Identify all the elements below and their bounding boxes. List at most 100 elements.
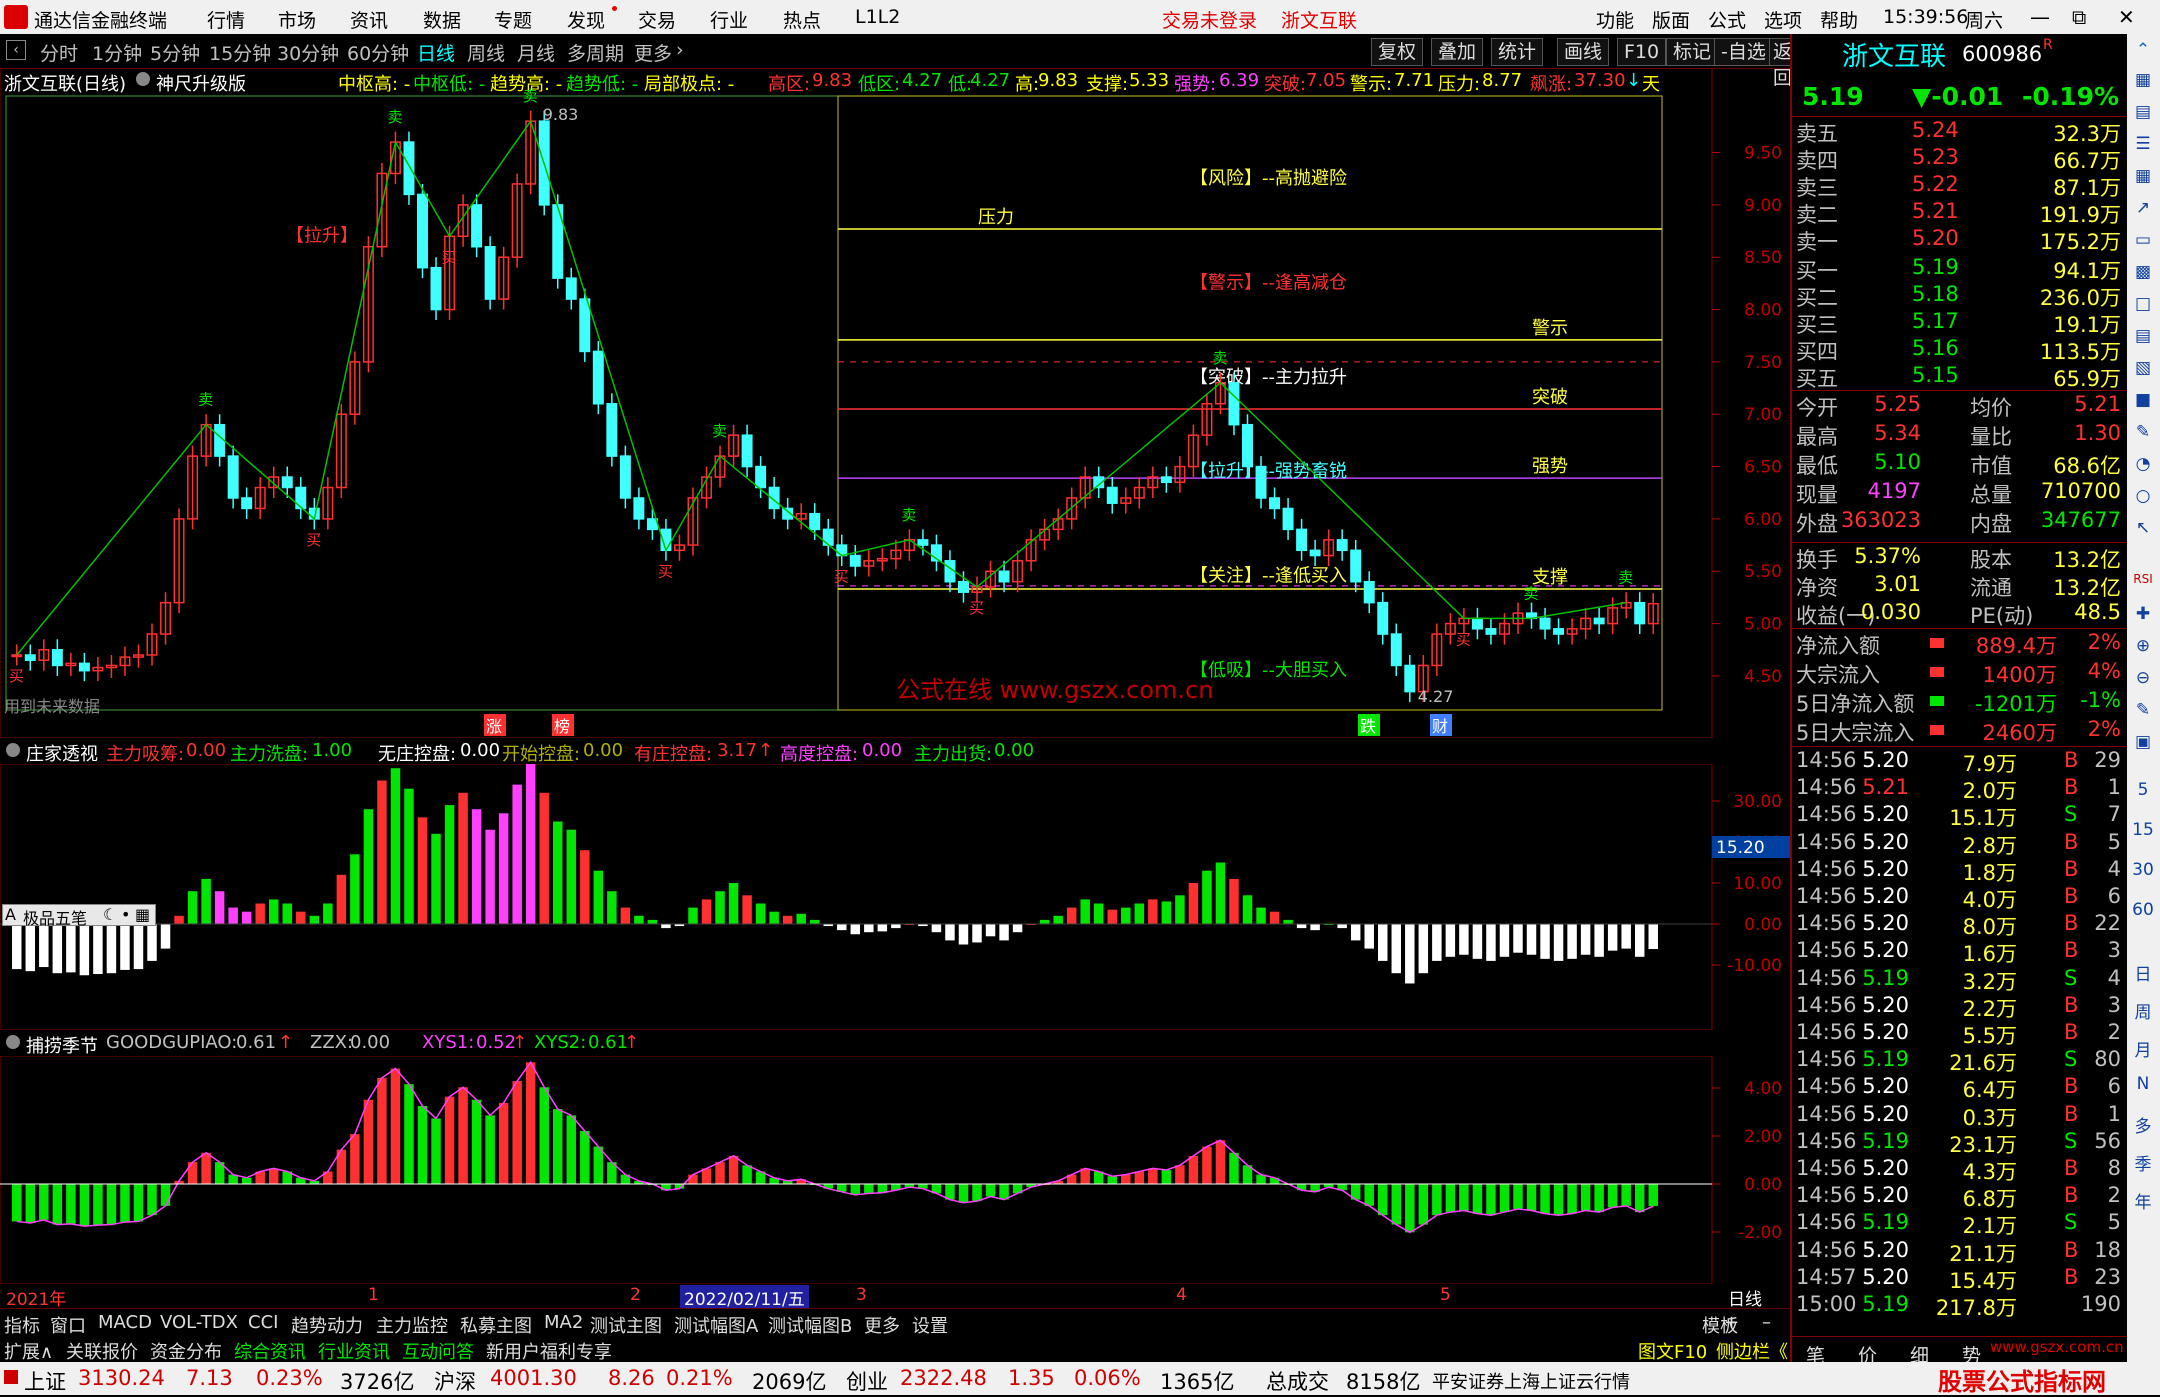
toolbar-edit-icon[interactable]: ✎ [2131,422,2155,442]
toolbar-fin-icon[interactable]: □ [2131,294,2155,314]
period-multi[interactable]: 多周期 [567,39,624,66]
tool-5[interactable]: 5 [2131,780,2155,800]
toolbar-chart-icon[interactable]: ▤ [2131,102,2155,122]
tab-zhibiao[interactable]: 指标 [4,1312,40,1338]
toolbar-candle-icon[interactable]: ▭ [2131,230,2155,250]
menu-shichang[interactable]: 市场 [278,6,316,33]
tab-chuangkou[interactable]: 窗口 [50,1312,86,1338]
period-15min[interactable]: 15分钟 [209,39,271,66]
tick-row[interactable]: 14:56 5.19 21.6万 S 80 [1792,1047,2127,1075]
tick-row[interactable]: 14:56 5.19 2.1万 S 5 [1792,1210,2127,1238]
sidebar-toggle[interactable]: 侧边栏《 [1716,1338,1788,1364]
menu-gongneng[interactable]: 功能 [1596,6,1634,33]
biaoji-button[interactable]: 标记 [1666,38,1719,66]
tab-qushi[interactable]: 趋势动力 [291,1312,363,1338]
tick-row[interactable]: 14:56 5.20 4.0万 B 6 [1792,884,2127,912]
tick-row[interactable]: 14:56 5.19 3.2万 S 4 [1792,966,2127,994]
tab-simu[interactable]: 私募主图 [460,1312,532,1338]
toolbar-circle-icon[interactable]: ○ [2131,486,2155,506]
tool-n[interactable]: N [2131,1074,2155,1094]
main-candlestick-chart[interactable]: 9.50 9.00 8.50 8.00 7.50 7.00 6.50 6.00 5.50 5.00… [0,68,1790,738]
tab-test-a[interactable]: 测试幅图A [674,1312,758,1338]
toolbar-doc-icon[interactable]: ▤ [2131,326,2155,346]
tick-row[interactable]: 14:56 5.20 2.8万 B 5 [1792,830,2127,858]
dot-icon[interactable]: • [121,905,130,924]
tool-15[interactable]: 15 [2131,820,2155,840]
tick-row[interactable]: 14:56 5.20 7.9万 B 29 [1792,748,2127,776]
period-1min[interactable]: 1分钟 [92,39,142,66]
tab-newuser[interactable]: 新用户福利专享 [486,1338,612,1364]
tab-macd[interactable]: MACD [98,1312,152,1333]
ask-row[interactable]: 卖一 5.20 175.2万 [1792,226,2127,254]
menu-redian[interactable]: 热点 [783,6,821,33]
huaxian-button[interactable]: 画线 [1557,38,1610,66]
menu-gongshi[interactable]: 公式 [1708,6,1746,33]
tool-60[interactable]: 60 [2131,900,2155,920]
tab-kuozhan[interactable]: 扩展∧ [4,1338,53,1364]
tab-zijin[interactable]: 资金分布 [150,1338,222,1364]
menu-faxian[interactable]: 发现 [567,6,605,33]
idx3-name[interactable]: 创业 [846,1366,888,1396]
buzhuo-title[interactable]: 捕捞季节 [26,1032,98,1058]
toolbar-zoomout-icon[interactable]: ⊖ [2131,668,2155,688]
menu-jiaoyi[interactable]: 交易 [638,6,676,33]
toolbar-grid-icon[interactable]: ▩ [2131,262,2155,282]
tab-settings[interactable]: 设置 [912,1312,948,1338]
tab-ma2[interactable]: MA2 [544,1312,583,1333]
plus-icon[interactable]: + [1724,1312,1739,1333]
tick-row[interactable]: 14:56 5.20 15.1万 S 7 [1792,802,2127,830]
tool-rsi[interactable]: RSI [2131,572,2155,586]
tick-row[interactable]: 14:56 5.20 1.6万 B 3 [1792,938,2127,966]
tick-row[interactable]: 15:00 5.19 217.8万 190 [1792,1292,2127,1320]
toolbar-pen-icon[interactable]: ✎ [2131,700,2155,720]
toolbar-arrow-icon[interactable]: ↖ [2131,518,2155,538]
period-fenshi[interactable]: 分时 [40,39,78,66]
toolbar-news-icon[interactable]: ▧ [2131,358,2155,378]
toolbar-stock-icon[interactable]: ▦ [2131,70,2155,90]
ask-row[interactable]: 卖四 5.23 66.7万 [1792,145,2127,173]
toolbar-list-icon[interactable]: ☰ [2131,134,2155,154]
restore-icon[interactable]: ⧉ [2072,5,2086,29]
menu-banmian[interactable]: 版面 [1652,6,1690,33]
tick-row[interactable]: 14:56 5.20 6.4万 B 6 [1792,1074,2127,1102]
fuquan-button[interactable]: 复权 [1371,38,1424,66]
tongji-button[interactable]: 统计 [1491,38,1544,66]
tool-season[interactable]: 季 [2131,1150,2155,1175]
menu-hangqing[interactable]: 行情 [207,6,245,33]
buzhuo-chart[interactable]: 4.00 2.00 0.00 -2.00 [0,1056,1790,1284]
tick-list[interactable]: 14:56 5.20 7.9万 B 29 14:56 5.21 2.0万 B 1 14:56 5.20… [1792,748,2127,1336]
f10-button[interactable]: F10 [1617,38,1667,66]
toolbar-up-icon[interactable]: ⌃ [2131,40,2155,60]
bid-row[interactable]: 买三 5.17 19.1万 [1792,309,2127,337]
toolbar-zoomin-icon[interactable]: ⊕ [2131,636,2155,656]
period-60min[interactable]: 60分钟 [347,39,409,66]
tool-day[interactable]: 日 [2131,960,2155,985]
tick-row[interactable]: 14:56 5.19 23.1万 S 56 [1792,1129,2127,1157]
tick-row[interactable]: 14:56 5.20 8.0万 B 22 [1792,911,2127,939]
period-30min[interactable]: 30分钟 [277,39,339,66]
period-monthly[interactable]: 月线 [517,39,555,66]
indicator-settings-icon[interactable] [6,743,20,757]
close-icon[interactable]: ✕ [2118,5,2135,29]
tuwen-f10-button[interactable]: 图文F10 [1638,1338,1707,1364]
tool-multi[interactable]: 多 [2131,1112,2155,1137]
minus-icon[interactable]: – [1762,1312,1771,1333]
ask-row[interactable]: 卖五 5.24 32.3万 [1792,118,2127,146]
ask-row[interactable]: 卖二 5.21 191.9万 [1792,199,2127,227]
menu-hangye[interactable]: 行业 [710,6,748,33]
collapse-icon[interactable]: ‹ [6,40,26,60]
chevron-right-icon[interactable]: › [676,39,684,61]
login-status[interactable]: 交易未登录 [1162,6,1257,33]
indicator2-settings-icon[interactable] [6,1035,20,1049]
tick-row[interactable]: 14:56 5.20 0.3万 B 1 [1792,1102,2127,1130]
idx1-name[interactable]: 上证 [24,1366,66,1396]
zixuan-button[interactable]: -自选 [1714,38,1773,66]
tick-row[interactable]: 14:56 5.20 6.8万 B 2 [1792,1183,2127,1211]
bid-row[interactable]: 买四 5.16 113.5万 [1792,336,2127,364]
menu-bangzhu[interactable]: 帮助 [1820,6,1858,33]
tick-row[interactable]: 14:56 5.20 5.5万 B 2 [1792,1020,2127,1048]
tab-vol[interactable]: VOL-TDX [160,1312,238,1333]
toolbar-pie-icon[interactable]: ◔ [2131,454,2155,474]
menu-l1l2[interactable]: L1L2 [855,6,900,28]
period-weekly[interactable]: 周线 [467,39,505,66]
